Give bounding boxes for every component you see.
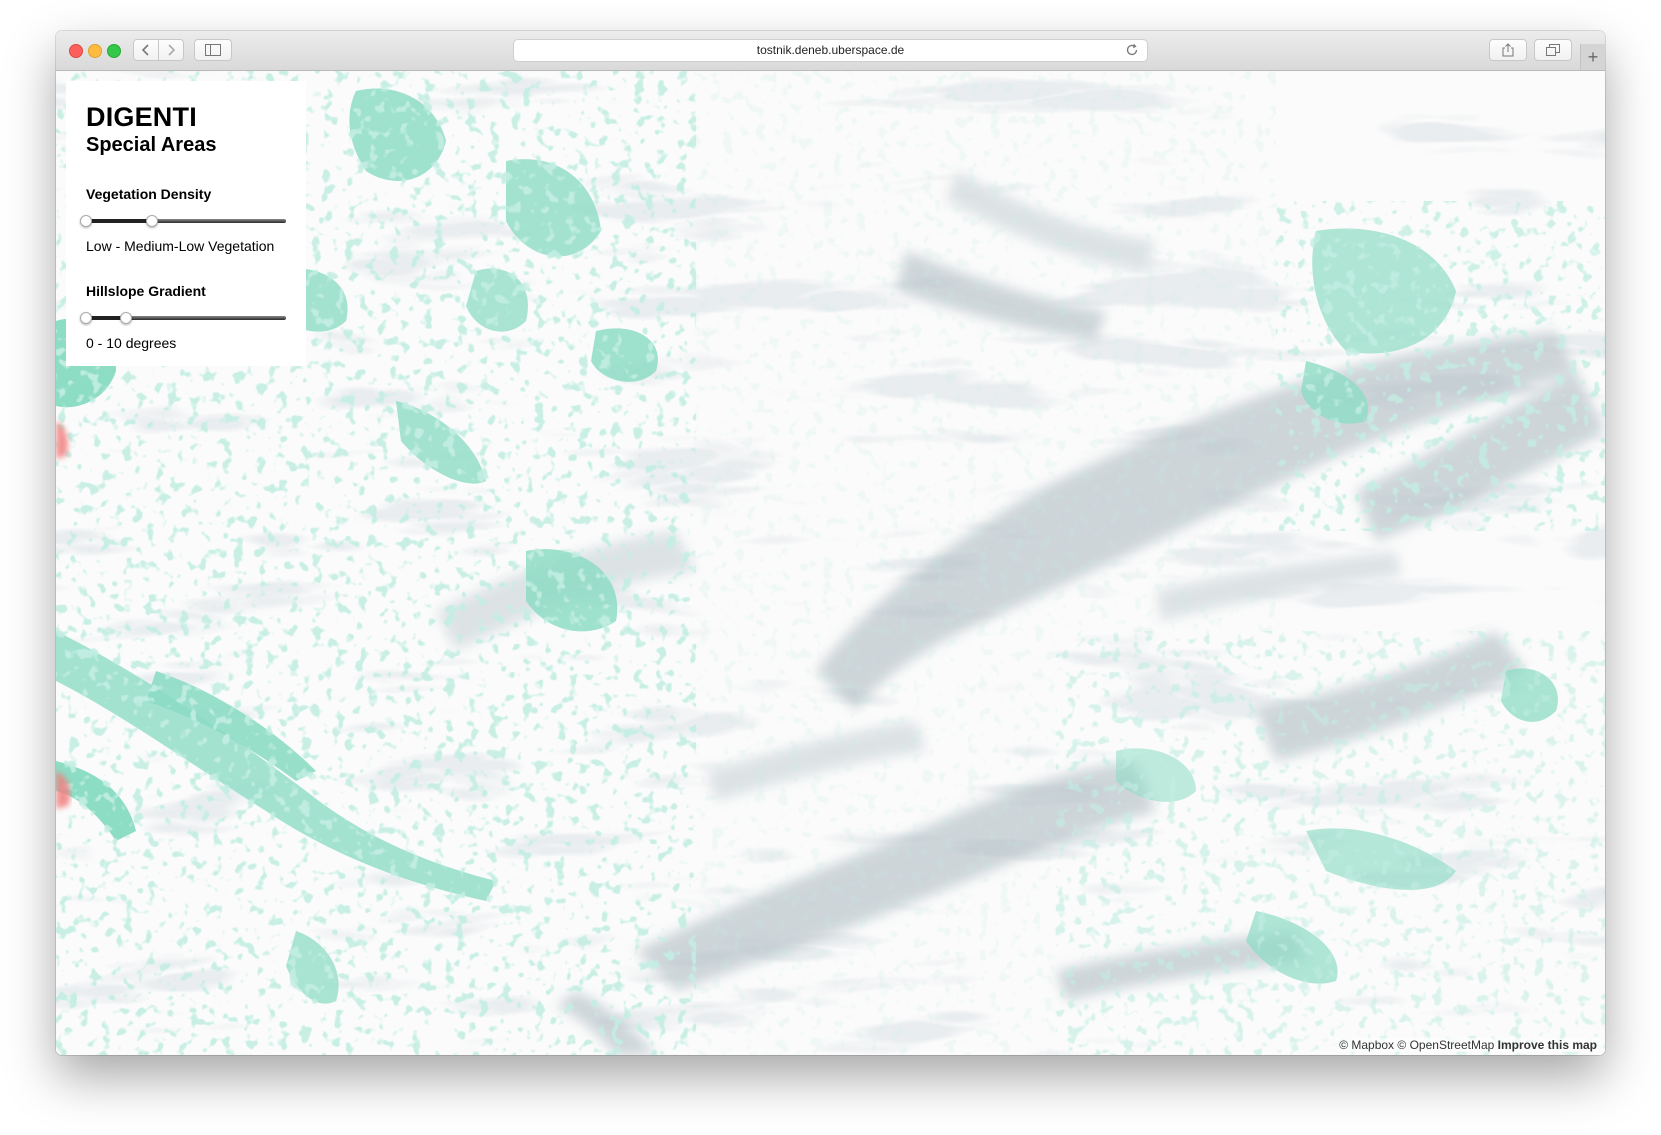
vegetation-density-slider[interactable] [80,214,286,228]
mapbox-attribution-link[interactable]: © Mapbox [1339,1038,1394,1052]
vegetation-density-value: Low - Medium-Low Vegetation [86,238,275,254]
new-tab-button[interactable]: + [1580,44,1605,70]
tab-overview-button[interactable] [1534,39,1572,61]
url-text: tostnik.deneb.uberspace.de [756,43,905,57]
sidebar-toggle-button[interactable] [194,39,232,61]
slider-handle-max[interactable] [146,215,158,227]
hillslope-gradient-slider[interactable] [80,311,286,325]
app-title: DIGENTI [86,102,197,132]
sidebar-icon [205,44,221,56]
reload-icon[interactable] [1125,43,1139,57]
browser-titlebar: tostnik.deneb.uberspace.de + [56,31,1605,71]
back-button[interactable] [133,39,159,61]
hillslope-gradient-label: Hillslope Gradient [86,283,206,299]
slider-handle-min[interactable] [80,215,92,227]
maximize-window-button[interactable] [107,44,121,58]
browser-window: tostnik.deneb.uberspace.de + DIGENTI Spe… [56,31,1605,1055]
share-icon [1502,43,1514,57]
hillslope-gradient-value: 0 - 10 degrees [86,335,177,351]
chevron-right-icon [168,44,175,56]
slider-handle-min[interactable] [80,312,92,324]
chevron-left-icon [142,44,149,56]
improve-map-link[interactable]: Improve this map [1498,1038,1597,1052]
minimize-window-button[interactable] [88,44,102,58]
map-canvas[interactable]: DIGENTI Special Areas Vegetation Density… [56,71,1605,1055]
forward-button[interactable] [158,39,184,61]
slider-handle-max[interactable] [120,312,132,324]
close-window-button[interactable] [69,44,83,58]
share-button[interactable] [1489,39,1527,61]
osm-attribution-link[interactable]: © OpenStreetMap [1397,1038,1494,1052]
map-attribution: © Mapbox © OpenStreetMap Improve this ma… [1337,1038,1599,1052]
address-bar[interactable]: tostnik.deneb.uberspace.de [513,39,1148,62]
controls-panel: DIGENTI Special Areas Vegetation Density… [66,81,306,366]
tabs-icon [1546,44,1560,56]
slider-range [86,219,152,223]
app-subtitle: Special Areas [86,134,217,156]
vegetation-density-label: Vegetation Density [86,186,212,202]
